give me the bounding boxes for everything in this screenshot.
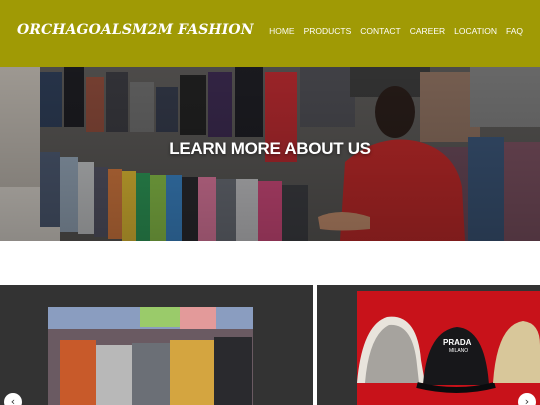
main-nav: HOME PRODUCTS CONTACT CAREER LOCATION FA…	[269, 26, 523, 36]
hero-banner: LEARN MORE ABOUT US	[0, 67, 540, 241]
nav-faq[interactable]: FAQ	[506, 26, 523, 36]
hat-brand-sublabel: MILANO	[449, 348, 469, 354]
carousel-prev-button[interactable]: ‹	[4, 393, 22, 405]
site-header: ORCHAGOALSM2M FASHION HOME PRODUCTS CONT…	[0, 0, 540, 67]
brand-logo[interactable]: ORCHAGOALSM2M FASHION	[17, 22, 254, 38]
hat-brand-label: PRADA	[443, 338, 472, 347]
clothing-card[interactable]: ‹	[0, 285, 313, 405]
nav-location[interactable]: LOCATION	[454, 26, 497, 36]
clothing-photo	[0, 285, 313, 405]
hats-photo	[317, 285, 540, 405]
carousel-next-button[interactable]: ›	[518, 393, 536, 405]
nav-home[interactable]: HOME	[269, 26, 295, 36]
nav-contact[interactable]: CONTACT	[360, 26, 400, 36]
product-carousel: ‹ PRADA MILANO ›	[0, 285, 540, 405]
nav-products[interactable]: PRODUCTS	[304, 26, 352, 36]
hats-card[interactable]: PRADA MILANO ›	[317, 285, 540, 405]
hero-title: LEARN MORE ABOUT US	[169, 139, 371, 158]
nav-career[interactable]: CAREER	[410, 26, 445, 36]
